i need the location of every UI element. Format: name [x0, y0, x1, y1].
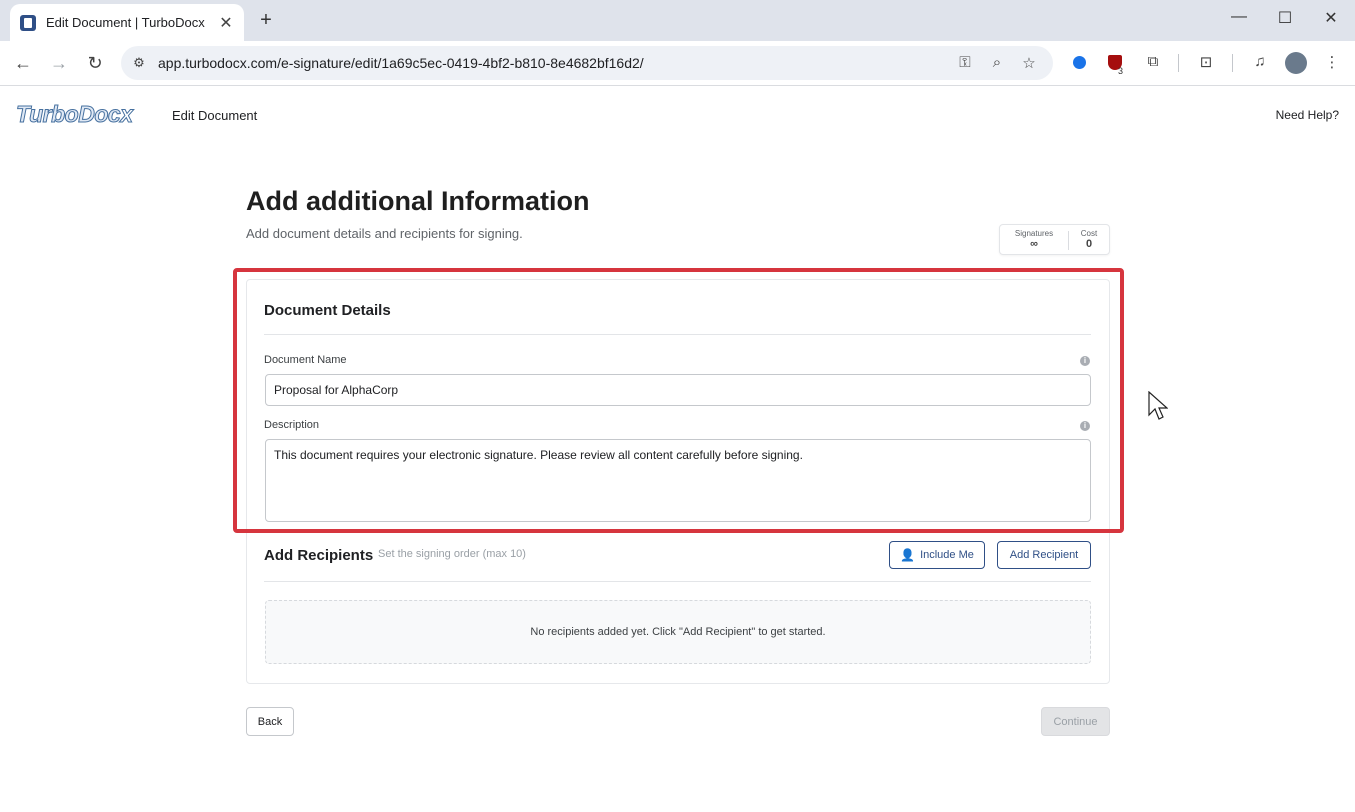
extension-badge: 3 [1118, 66, 1124, 76]
section-divider [264, 581, 1091, 582]
info-icon[interactable]: i [1080, 421, 1090, 431]
signatures-stat: Signatures ∞ [1014, 229, 1054, 250]
add-person-icon: 👤 [900, 548, 916, 562]
url-text[interactable]: app.turbodocx.com/e-signature/edit/1a69c… [158, 55, 644, 71]
forward-arrow-icon[interactable]: → [47, 52, 71, 76]
browser-tabstrip: Edit Document | TurboDocx ✕ + — ☐ ✕ [0, 0, 1355, 41]
page-title: Add additional Information [246, 186, 590, 216]
minimize-icon[interactable]: — [1227, 8, 1251, 26]
media-control-icon[interactable]: ♫ [1250, 53, 1270, 73]
page-subtitle: Add document details and recipients for … [246, 226, 523, 241]
more-menu-icon[interactable]: ⋮ [1322, 53, 1342, 73]
back-arrow-icon[interactable]: ← [11, 52, 35, 76]
header-title: Edit Document [172, 108, 258, 123]
toolbar-divider [1232, 54, 1233, 72]
continue-button[interactable]: Continue [1041, 707, 1110, 736]
profile-avatar[interactable] [1285, 52, 1307, 74]
extensions-puzzle-icon[interactable]: ⧉ [1143, 53, 1163, 73]
app-header: TurboDocx Edit Document Need Help? [0, 87, 1355, 144]
tab-title: Edit Document | TurboDocx [46, 15, 205, 30]
mouse-cursor-icon [1148, 391, 1168, 420]
document-details-title: Document Details [264, 302, 391, 319]
zoom-icon[interactable]: ⌕ [988, 54, 1006, 72]
site-settings-icon[interactable]: ⚙ [131, 55, 147, 71]
add-recipients-title: Add Recipients [264, 547, 374, 564]
tab-search-icon[interactable]: ⊡ [1196, 53, 1216, 73]
info-icon[interactable]: i [1080, 356, 1090, 366]
turbodocx-logo[interactable]: TurboDocx [15, 101, 133, 128]
address-bar[interactable]: ⚙ app.turbodocx.com/e-signature/edit/1a6… [121, 46, 1053, 80]
toolbar-divider [1178, 54, 1179, 72]
close-window-icon[interactable]: ✕ [1319, 8, 1343, 28]
signature-stats: Signatures ∞ Cost 0 [999, 224, 1110, 255]
back-button[interactable]: Back [246, 707, 294, 736]
document-icon [20, 14, 36, 31]
close-tab-icon[interactable]: ✕ [218, 13, 234, 33]
add-recipient-button[interactable]: Add Recipient [997, 541, 1091, 569]
new-tab-icon[interactable]: + [256, 9, 276, 32]
include-me-button[interactable]: 👤 Include Me [889, 541, 985, 569]
recipients-empty-state: No recipients added yet. Click "Add Reci… [265, 600, 1091, 664]
bookmark-star-icon[interactable]: ☆ [1020, 54, 1038, 72]
signing-order-hint: Set the signing order (max 10) [378, 548, 526, 560]
maximize-icon[interactable]: ☐ [1273, 8, 1297, 28]
browser-tab[interactable]: Edit Document | TurboDocx ✕ [10, 4, 244, 41]
description-textarea[interactable]: This document requires your electronic s… [265, 439, 1091, 522]
description-label: Description [264, 419, 320, 431]
empty-state-message: No recipients added yet. Click "Add Reci… [530, 626, 826, 638]
document-name-label: Document Name [264, 354, 347, 366]
cost-stat: Cost 0 [1080, 229, 1098, 250]
section-divider [264, 334, 1091, 335]
stats-divider [1068, 231, 1069, 250]
document-name-input[interactable] [265, 374, 1091, 406]
need-help-link[interactable]: Need Help? [1276, 108, 1339, 122]
reload-icon[interactable]: ↻ [83, 52, 107, 76]
key-icon[interactable]: ⚿ [956, 54, 974, 72]
extension-dot-icon[interactable] [1073, 56, 1086, 69]
